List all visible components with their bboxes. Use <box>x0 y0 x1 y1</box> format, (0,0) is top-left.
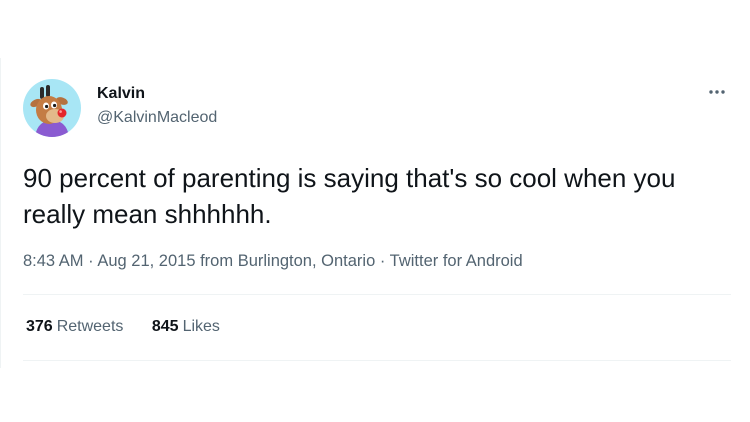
location-prefix: from <box>200 252 234 270</box>
avatar[interactable] <box>23 79 81 137</box>
more-button[interactable] <box>704 82 730 102</box>
likes-label: Likes <box>182 318 220 335</box>
reindeer-avatar-icon <box>23 79 81 137</box>
tweet-location[interactable]: Burlington, Ontario <box>238 252 376 270</box>
divider-bottom <box>23 360 731 361</box>
tweet-date[interactable]: Aug 21, 2015 <box>97 252 195 270</box>
tweet-card: Kalvin @KalvinMacleod 90 percent of pare… <box>0 58 735 368</box>
tweet-meta: 8:43 AM · Aug 21, 2015 from Burlington, … <box>23 252 523 271</box>
retweets-stat[interactable]: 376 Retweets <box>26 318 123 336</box>
tweet-stats: 376 Retweets 845 Likes <box>26 318 220 336</box>
tweet-time[interactable]: 8:43 AM <box>23 252 84 270</box>
tweet-text: 90 percent of parenting is saying that's… <box>23 163 676 229</box>
divider <box>23 294 731 295</box>
author-handle[interactable]: @KalvinMacleod <box>97 109 217 127</box>
meta-separator-2: · <box>379 252 386 270</box>
likes-stat[interactable]: 845 Likes <box>152 318 220 336</box>
tweet-source[interactable]: Twitter for Android <box>390 252 523 270</box>
author-name[interactable]: Kalvin <box>97 85 145 103</box>
retweets-count: 376 <box>26 318 53 335</box>
meta-separator: · <box>88 252 94 270</box>
retweets-label: Retweets <box>56 318 124 335</box>
more-horizontal-icon <box>709 90 725 94</box>
likes-count: 845 <box>151 318 179 335</box>
